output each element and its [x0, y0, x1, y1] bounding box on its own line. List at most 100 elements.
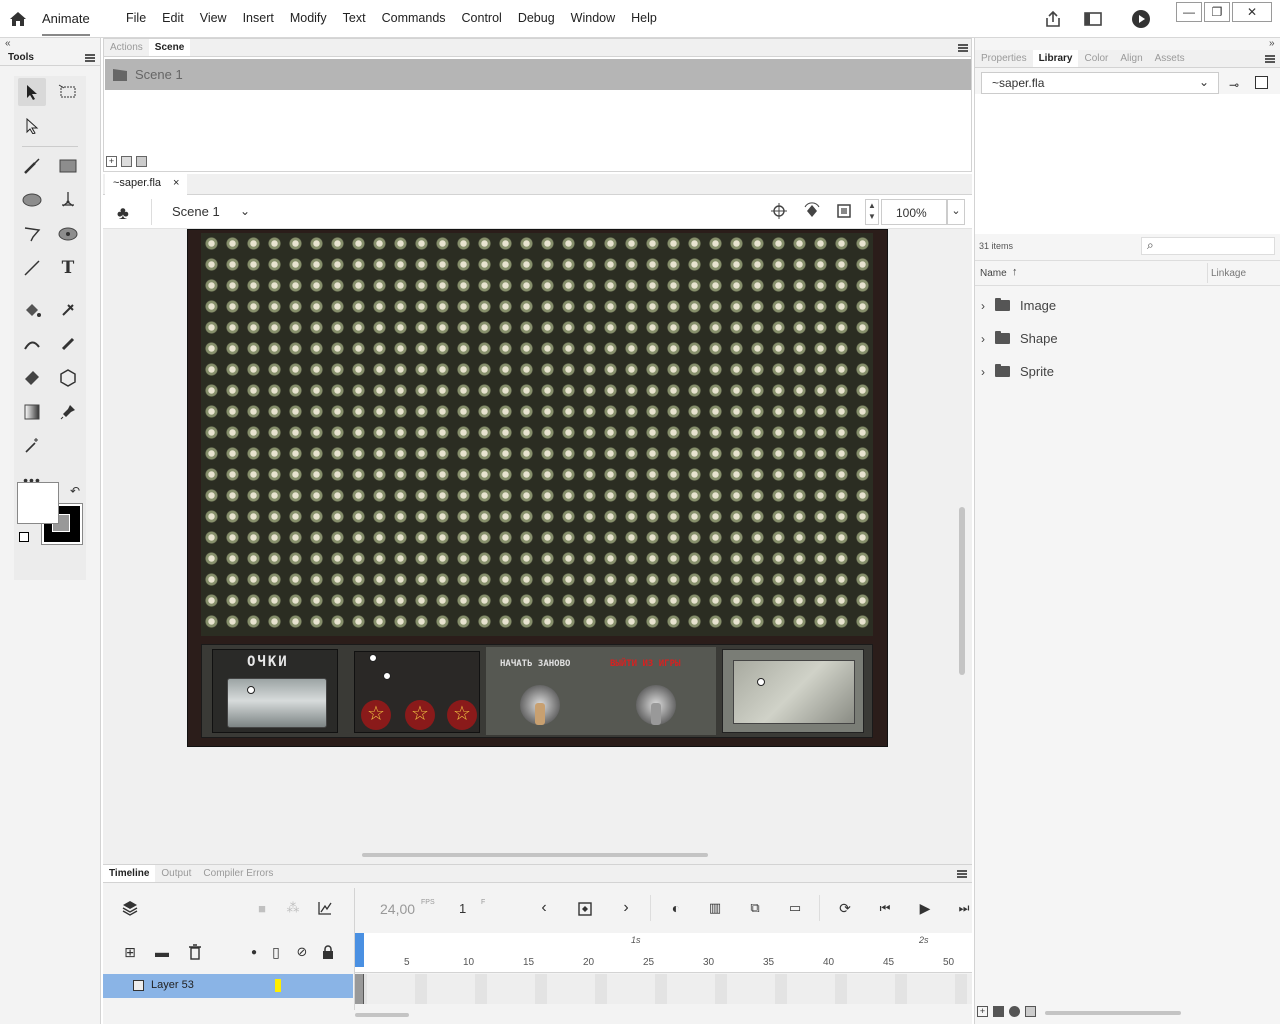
onion-skin-icon[interactable]: ◐: [665, 897, 687, 919]
brush-tool-icon[interactable]: [18, 152, 46, 180]
step-forward-icon[interactable]: ⏭: [953, 897, 975, 919]
free-transform-tool-icon[interactable]: [54, 78, 82, 106]
chevron-down-icon[interactable]: ⌄: [1199, 75, 1209, 89]
menu-modify[interactable]: Modify: [282, 11, 335, 25]
ink-bottle-tool-icon[interactable]: [54, 296, 82, 324]
vertical-scrollbar[interactable]: [959, 507, 965, 675]
close-button[interactable]: ✕: [1232, 2, 1272, 22]
menu-help[interactable]: Help: [623, 11, 665, 25]
new-folder-icon[interactable]: [993, 1006, 1004, 1017]
rectangle-tool-icon[interactable]: [54, 152, 82, 180]
delete-scene-icon[interactable]: [136, 156, 147, 167]
chevron-right-icon[interactable]: ›: [981, 332, 985, 346]
chevron-right-icon[interactable]: ›: [981, 299, 985, 313]
minefield-grid[interactable]: [201, 233, 873, 636]
keyframe[interactable]: [355, 974, 364, 1004]
menu-debug[interactable]: Debug: [510, 11, 563, 25]
duplicate-scene-icon[interactable]: [121, 156, 132, 167]
highlight-layer-icon[interactable]: ●: [243, 941, 265, 963]
menu-commands[interactable]: Commands: [374, 11, 454, 25]
zoom-stepper[interactable]: ▲ ▼: [865, 199, 879, 225]
swap-colors-icon[interactable]: ↶: [70, 484, 80, 498]
add-scene-icon[interactable]: +: [106, 156, 117, 167]
paint-brush-tool-icon[interactable]: [54, 220, 82, 248]
layer-row[interactable]: Layer 53: [103, 974, 353, 998]
fps-field[interactable]: 24,00: [380, 901, 415, 917]
previous-keyframe-icon[interactable]: ‹: [533, 897, 555, 919]
menu-view[interactable]: View: [192, 11, 235, 25]
outline-layer-icon[interactable]: ▯: [265, 941, 287, 963]
delete-icon[interactable]: [1025, 1006, 1036, 1017]
asset-warp-tool-icon[interactable]: [54, 364, 82, 392]
library-folder-sprite[interactable]: › Sprite: [981, 364, 1054, 379]
oval-tool-icon[interactable]: [18, 186, 46, 214]
new-layer-icon[interactable]: ⊞: [119, 941, 141, 963]
next-keyframe-icon[interactable]: ›: [615, 897, 637, 919]
camera-icon[interactable]: ■: [251, 897, 273, 919]
lock-icon[interactable]: [317, 941, 339, 963]
scene-selector[interactable]: Scene 1: [172, 204, 220, 219]
hide-layer-icon[interactable]: ⊘: [291, 941, 313, 963]
restart-toggle-switch[interactable]: [520, 685, 560, 725]
delete-layer-icon[interactable]: [184, 941, 206, 963]
width-tool-icon[interactable]: [18, 330, 46, 358]
library-folder-image[interactable]: › Image: [981, 298, 1056, 313]
library-search-input[interactable]: ⌕: [1141, 237, 1275, 255]
layer-name[interactable]: Layer 53: [151, 979, 194, 991]
timeline-scrollbar[interactable]: [355, 1013, 409, 1017]
home-icon[interactable]: [8, 9, 28, 29]
zoom-dropdown-icon[interactable]: ⌄: [947, 199, 965, 225]
layer-color-swatch[interactable]: [275, 979, 281, 992]
step-back-icon[interactable]: ⏮: [874, 897, 896, 919]
new-symbol-icon[interactable]: +: [977, 1006, 988, 1017]
menu-edit[interactable]: Edit: [154, 11, 192, 25]
menu-control[interactable]: Control: [454, 11, 510, 25]
minimize-button[interactable]: —: [1176, 2, 1202, 22]
test-movie-icon[interactable]: [1130, 8, 1152, 30]
document-tab[interactable]: ~saper.fla ×: [105, 174, 188, 195]
rotate-stage-icon[interactable]: [803, 202, 821, 223]
library-menu-icon[interactable]: [1265, 55, 1275, 63]
chevron-down-icon[interactable]: ⌄: [240, 204, 250, 218]
library-scrollbar[interactable]: [1045, 1011, 1181, 1015]
paint-bucket-tool-icon[interactable]: [18, 296, 46, 324]
insert-keyframe-icon[interactable]: [575, 897, 597, 919]
tab-library[interactable]: Library: [1032, 50, 1079, 67]
menu-file[interactable]: File: [118, 11, 154, 25]
column-name-header[interactable]: Name: [980, 268, 1007, 279]
tab-properties[interactable]: Properties: [975, 50, 1033, 67]
tab-output[interactable]: Output: [155, 865, 197, 882]
bone-tool-icon[interactable]: [54, 330, 82, 358]
timeline-menu-icon[interactable]: [957, 870, 967, 878]
tab-color[interactable]: Color: [1078, 50, 1114, 67]
chevron-right-icon[interactable]: ›: [981, 365, 985, 379]
scene-panel-menu-icon[interactable]: [958, 44, 968, 52]
document-tab-close-icon[interactable]: ×: [173, 177, 179, 192]
tab-assets[interactable]: Assets: [1149, 50, 1191, 67]
frame-ruler[interactable]: 1s 2s: [355, 933, 972, 973]
edit-multiple-frames-icon[interactable]: ▥: [704, 897, 726, 919]
collapse-tools-icon[interactable]: «: [5, 38, 11, 49]
new-folder-icon[interactable]: ▬: [151, 941, 173, 963]
loop-icon[interactable]: ⟳: [834, 897, 856, 919]
properties-icon[interactable]: [1009, 1006, 1020, 1017]
library-folder-shape[interactable]: › Shape: [981, 331, 1058, 346]
default-colors-icon[interactable]: [19, 532, 29, 542]
magic-wand-tool-icon[interactable]: [18, 432, 46, 460]
pin-tool-icon[interactable]: [54, 398, 82, 426]
horizontal-scrollbar[interactable]: [362, 853, 708, 857]
scene-switch-icon[interactable]: ♣: [117, 203, 129, 224]
tab-scene[interactable]: Scene: [148, 39, 191, 56]
menu-text[interactable]: Text: [335, 11, 374, 25]
exit-toggle-switch[interactable]: [636, 685, 676, 725]
play-icon[interactable]: ▶: [914, 897, 936, 919]
graph-icon[interactable]: [314, 897, 336, 919]
library-document-select[interactable]: ~saper.fla: [981, 72, 1219, 94]
restore-button[interactable]: ❐: [1204, 2, 1230, 22]
column-linkage-header[interactable]: Linkage: [1211, 268, 1246, 279]
app-name[interactable]: Animate: [42, 11, 90, 36]
layers-icon[interactable]: [119, 897, 141, 919]
frames-track[interactable]: [355, 974, 972, 1004]
selection-tool-icon[interactable]: [18, 78, 46, 106]
tab-align[interactable]: Align: [1114, 50, 1148, 67]
